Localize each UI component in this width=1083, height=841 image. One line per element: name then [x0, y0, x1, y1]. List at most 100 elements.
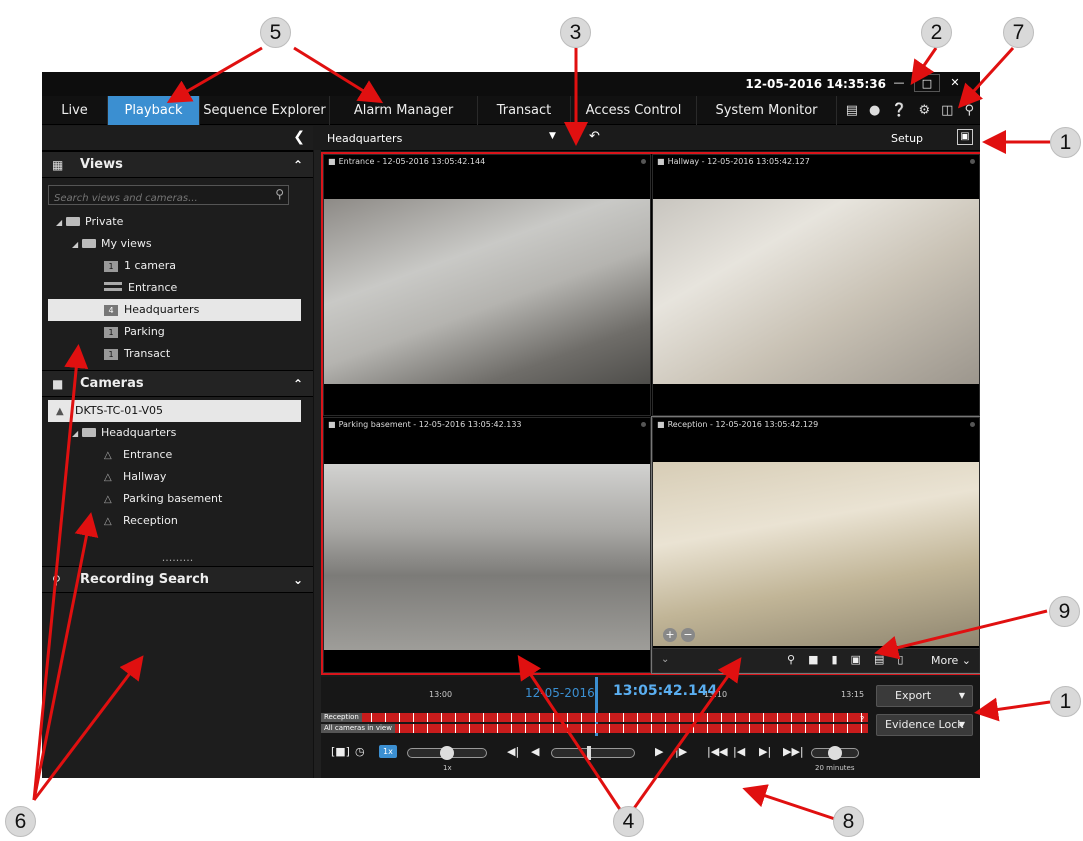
expand-arrow-icon[interactable]: ◢ [72, 234, 82, 256]
tree-label: Entrance [128, 281, 178, 294]
tree-item-camera-hallway[interactable]: △ Hallway [42, 466, 313, 488]
tree-item-1-camera[interactable]: 1 1 camera [42, 255, 313, 277]
camera-icon[interactable]: ■ [808, 653, 818, 666]
tree-item-private[interactable]: ◢ Private [42, 211, 313, 233]
last-sequence-icon[interactable]: ▶▶| [783, 745, 804, 758]
camera-image [653, 462, 979, 646]
tab-live[interactable]: Live [42, 96, 108, 125]
clipboard-icon[interactable]: ▯ [897, 653, 903, 666]
previous-sequence-icon[interactable]: |◀ [733, 745, 745, 758]
next-sequence-icon[interactable]: ▶| [759, 745, 771, 758]
recording-track-reception[interactable] [321, 713, 868, 722]
speed-value: 1x [443, 764, 452, 772]
zoom-out-icon[interactable]: − [681, 628, 695, 642]
setup-button[interactable]: Setup [891, 132, 923, 145]
previous-frame-icon[interactable]: ◀| [507, 745, 519, 758]
dropdown-arrow-icon[interactable]: ▼ [549, 131, 556, 141]
tree-item-my-views[interactable]: ◢ My views [42, 233, 313, 255]
dropdown-arrow-icon: ▼ [958, 720, 965, 729]
speed-badge[interactable]: 1x [379, 745, 397, 758]
camera-view-grid: ■ Entrance - 12-05-2016 13:05:42.144 ■ Hal… [321, 152, 980, 675]
tree-item-headquarters-group[interactable]: ◢ Headquarters [42, 422, 313, 444]
speed-slider[interactable] [407, 746, 487, 760]
clock-icon[interactable]: ◷ [355, 745, 365, 758]
search-icon[interactable]: ⚲ [275, 187, 284, 201]
tab-system-monitor[interactable]: System Monitor [697, 96, 837, 125]
tree-item-headquarters-view[interactable]: 4 Headquarters [48, 299, 301, 321]
undo-icon[interactable]: ↶ [589, 129, 600, 144]
evidence-lock-button[interactable]: Evidence Lock ▼ [876, 714, 973, 736]
play-reverse-icon[interactable]: ◀ [531, 745, 539, 758]
tree-item-parking-view[interactable]: 1 Parking [42, 321, 313, 343]
camera-tile-reception[interactable]: ■ Reception - 12-05-2016 13:05:42.129 + −… [651, 416, 980, 674]
tab-playback[interactable]: Playback [108, 96, 200, 125]
save-icon[interactable]: ▣ [851, 653, 861, 666]
next-frame-icon[interactable]: |▶ [675, 745, 687, 758]
jog-slider[interactable] [551, 746, 635, 760]
play-forward-icon[interactable]: ▶ [655, 745, 663, 758]
timespan-slider[interactable] [811, 746, 859, 760]
status-icon[interactable]: ▤ [846, 103, 858, 118]
collapse-panel-icon[interactable]: ❮ [293, 129, 305, 145]
tab-sequence-explorer[interactable]: Sequence Explorer [200, 96, 330, 125]
views-section-header[interactable]: ▦ Views ⌃ [42, 151, 313, 178]
view-selector[interactable]: Headquarters [327, 132, 402, 145]
resize-handle[interactable]: ......... [42, 552, 313, 566]
chevron-up-icon[interactable]: ⌃ [293, 152, 303, 178]
tree-item-camera-parking-basement[interactable]: △ Parking basement [42, 488, 313, 510]
export-button[interactable]: Export ▼ [876, 685, 973, 707]
camera-tile-entrance[interactable]: ■ Entrance - 12-05-2016 13:05:42.144 [323, 154, 651, 416]
tree-item-server[interactable]: ▲ DKTS-TC-01-V05 [48, 400, 301, 422]
playback-timeline: 13:00 13:10 13:15 12-05-2016 13:05:42.14… [321, 677, 868, 778]
views-title: Views [80, 157, 123, 172]
chevron-up-icon[interactable]: ⌃ [293, 371, 303, 397]
zoom-controls: + − [663, 628, 695, 642]
tree-item-camera-entrance[interactable]: △ Entrance [42, 444, 313, 466]
camera-tile-hallway[interactable]: ■ Hallway - 12-05-2016 13:05:42.127 [652, 154, 980, 416]
recording-track-all[interactable] [321, 724, 868, 733]
tab-transact[interactable]: Transact [478, 96, 571, 125]
arrow-8 [742, 784, 839, 822]
zoom-in-icon[interactable]: + [663, 628, 677, 642]
first-sequence-icon[interactable]: |◀◀ [707, 745, 728, 758]
window-icon[interactable]: ◫ [941, 103, 953, 118]
more-menu-button[interactable]: More ⌄ [931, 654, 971, 667]
bookmark-icon[interactable]: ▮ [831, 653, 837, 666]
tab-access-control[interactable]: Access Control [571, 96, 697, 125]
tree-item-entrance-view[interactable]: Entrance [42, 277, 313, 299]
tab-alarm-manager[interactable]: Alarm Manager [330, 96, 478, 125]
maximize-icon[interactable]: □ [914, 74, 940, 92]
panel-scrollbar[interactable] [313, 150, 321, 778]
help-icon[interactable]: ❔ [891, 103, 907, 118]
chevron-down-icon[interactable]: ⌄ [293, 567, 303, 593]
slider-knob[interactable] [587, 746, 591, 760]
chevron-down-icon[interactable]: ⌄ [661, 654, 669, 665]
camera-tile-parking-basement[interactable]: ■ Parking basement - 12-05-2016 13:05:42.… [323, 417, 651, 673]
minimize-icon[interactable]: — [886, 74, 912, 92]
slider-knob[interactable] [440, 746, 454, 760]
expand-arrow-icon[interactable]: ◢ [72, 423, 82, 445]
slider-knob[interactable] [828, 746, 842, 760]
cameras-section-header[interactable]: ■ Cameras ⌃ [42, 370, 313, 397]
tree-item-transact-view[interactable]: 1 Transact [42, 343, 313, 365]
recording-search-header[interactable]: ⚲ Recording Search ⌄ [42, 566, 313, 593]
callout-2: 2 [921, 17, 952, 48]
close-icon[interactable]: ✕ [942, 74, 968, 92]
search-icon[interactable]: ⚲ [787, 653, 795, 666]
record-toggle-icon[interactable]: [■] [331, 745, 350, 758]
settings-gear-icon[interactable]: ⚙ [919, 103, 931, 118]
connection-icon[interactable]: ● [869, 103, 880, 118]
views-search-input[interactable] [49, 189, 259, 208]
key-icon[interactable]: ⚲ [964, 103, 974, 118]
tile-title: ■ Hallway - 12-05-2016 13:05:42.127 [657, 157, 810, 166]
callout-3: 3 [560, 17, 591, 48]
tile-title-text: Reception - 12-05-2016 13:05:42.129 [667, 420, 819, 429]
tree-item-camera-reception[interactable]: △ Reception [42, 510, 313, 532]
status-dot-icon [641, 159, 646, 164]
fullscreen-icon[interactable]: ▣ [957, 129, 973, 145]
expand-arrow-icon[interactable]: ◢ [56, 212, 66, 234]
camera-icon: △ [104, 516, 112, 527]
help-marker[interactable]: ? [860, 715, 864, 724]
print-icon[interactable]: ▤ [874, 653, 884, 666]
tile-title-text: Parking basement - 12-05-2016 13:05:42.1… [338, 420, 522, 429]
